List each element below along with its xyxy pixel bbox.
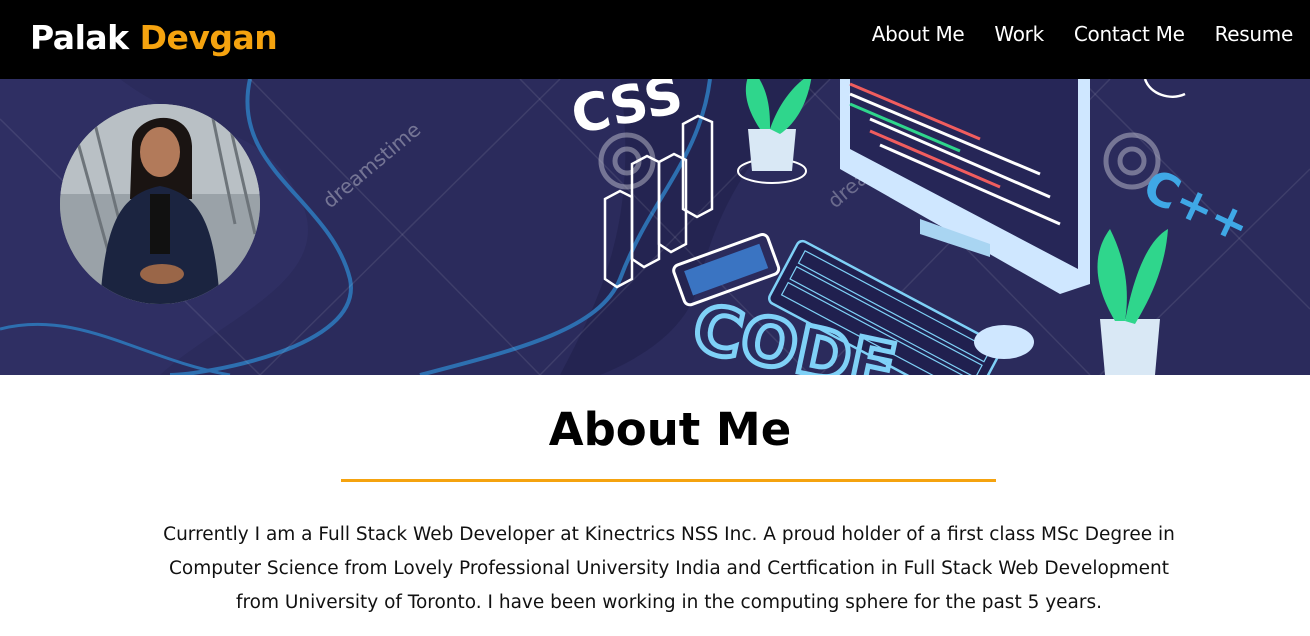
about-heading: About Me <box>548 403 792 456</box>
nav-link-resume[interactable]: Resume <box>1215 20 1294 48</box>
navbar: Palak Devgan About Me Work Contact Me Re… <box>0 0 1310 79</box>
brand-first-name: Palak <box>30 18 129 57</box>
about-paragraph: Currently I am a Full Stack Web Develope… <box>163 524 1175 613</box>
brand-logo[interactable]: Palak Devgan <box>30 16 278 60</box>
brand-last-name: Devgan <box>139 18 278 57</box>
nav-link-work[interactable]: Work <box>994 20 1044 48</box>
nav-link-about-me[interactable]: About Me <box>872 20 965 48</box>
mouse-icon <box>974 325 1034 359</box>
nav-link-contact-me[interactable]: Contact Me <box>1074 20 1185 48</box>
main-nav: About Me Work Contact Me Resume <box>872 20 1294 48</box>
profile-photo-avatar <box>60 104 260 304</box>
about-divider <box>341 479 996 482</box>
hero-banner: dreamstime dreamstime CSS <box>0 79 1310 375</box>
